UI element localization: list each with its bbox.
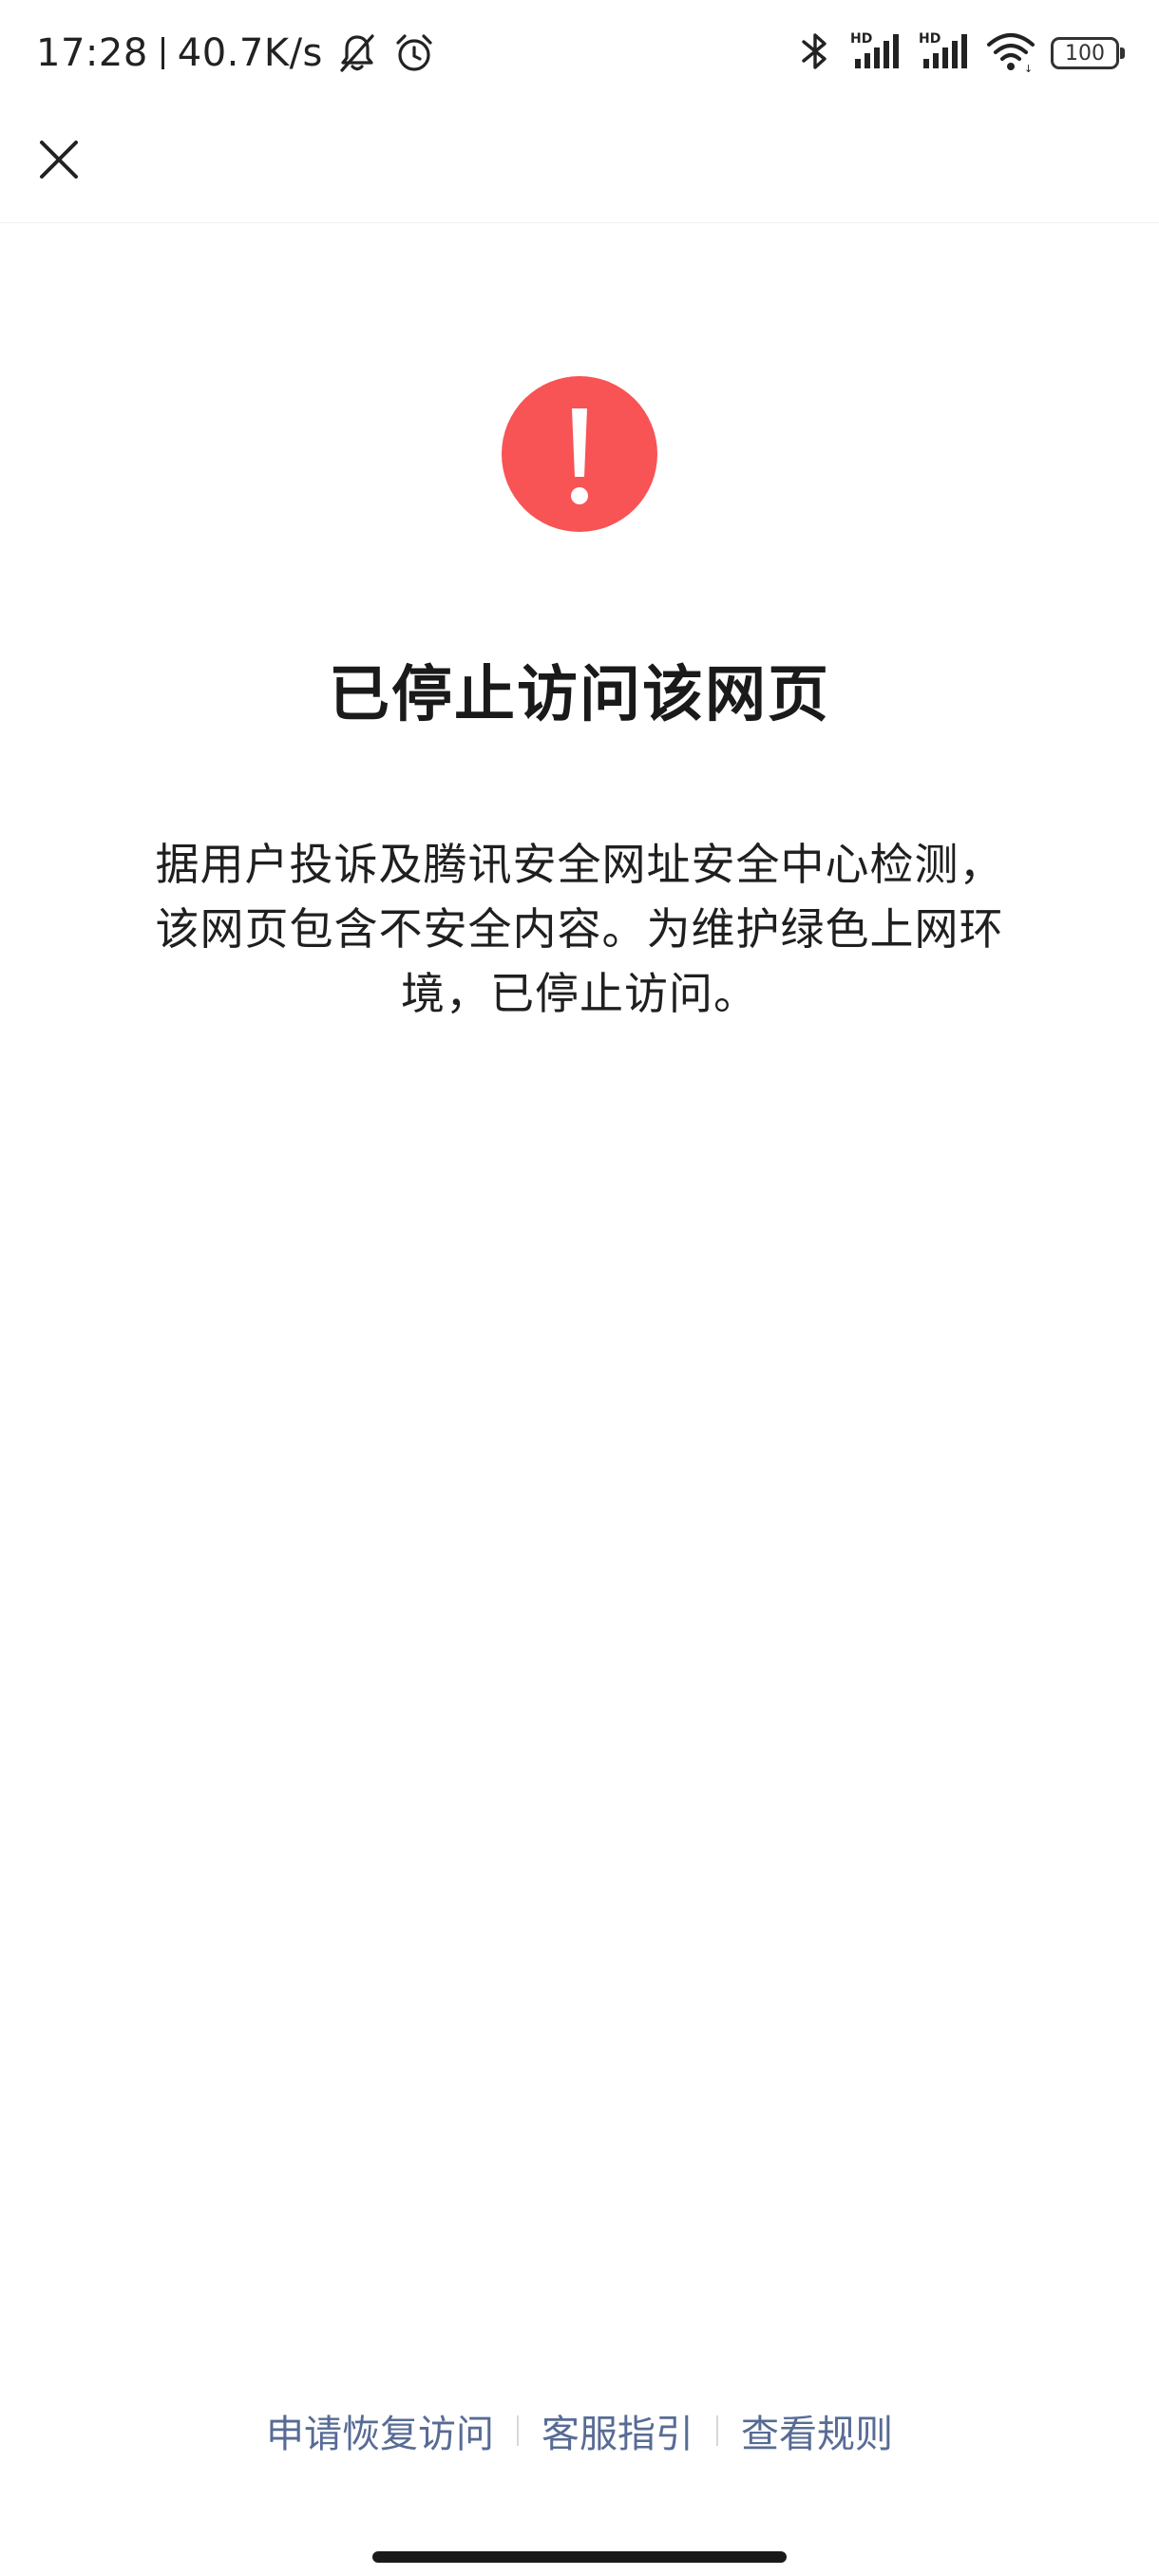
battery-icon: 100: [1051, 37, 1125, 69]
link-divider: [716, 2415, 718, 2446]
description-line: 据用户投诉及腾讯安全网址安全中心检测，: [155, 839, 1004, 890]
svg-text:HD: HD: [850, 31, 872, 47]
svg-text:↓: ↓: [1024, 63, 1033, 74]
battery-level: 100: [1065, 41, 1105, 66]
status-left: 17:28 40.7K/s: [36, 27, 437, 80]
wifi-icon: ↓: [986, 28, 1036, 78]
bluetooth-icon: [796, 28, 834, 78]
view-rules-link[interactable]: 查看规则: [728, 2403, 906, 2458]
signal-hd-icon: HD: [918, 28, 971, 78]
page-title: 已停止访问该网页: [329, 660, 830, 730]
signal-hd-icon: HD: [849, 28, 902, 78]
status-bar: 17:28 40.7K/s HD HD ↓ 100: [0, 0, 1159, 104]
home-indicator[interactable]: [372, 2551, 787, 2563]
close-button[interactable]: [28, 129, 89, 190]
alarm-icon: [391, 30, 437, 76]
description: 据用户投诉及腾讯安全网址安全中心检测， 该网页包含不安全内容。为维护绿色上网环 …: [104, 832, 1054, 1026]
close-icon: [40, 141, 78, 179]
bell-muted-icon: [334, 30, 380, 76]
description-line: 境，已停止访问。: [401, 968, 758, 1019]
status-time: 17:28: [36, 31, 148, 75]
status-separator: [161, 37, 164, 69]
description-line: 该网页包含不安全内容。为维护绿色上网环: [155, 903, 1004, 955]
apply-restore-access-link[interactable]: 申请恢复访问: [253, 2403, 507, 2458]
status-right: HD HD ↓ 100: [796, 27, 1125, 80]
link-divider: [517, 2415, 519, 2446]
svg-text:HD: HD: [919, 31, 940, 47]
footer-links: 申请恢复访问 客服指引 查看规则: [0, 2403, 1159, 2458]
exclamation-circle-icon: [502, 376, 657, 532]
customer-service-guide-link[interactable]: 客服指引: [528, 2403, 707, 2458]
nav-bar: [0, 104, 1159, 223]
network-speed: 40.7K/s: [177, 31, 323, 75]
